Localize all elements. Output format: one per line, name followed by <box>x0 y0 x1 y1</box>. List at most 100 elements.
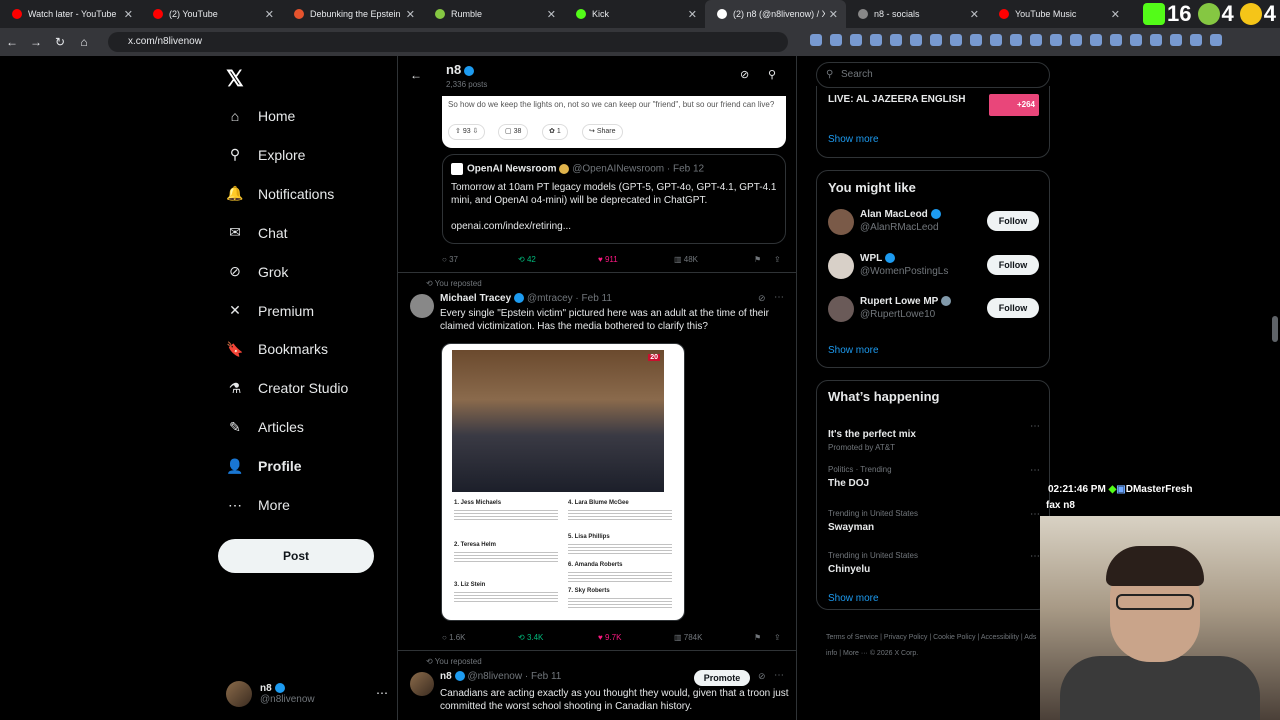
sidebar-item-premium[interactable]: ✕ Premium <box>226 296 406 326</box>
browser-tab[interactable]: YouTube Music ✕ <box>987 0 1128 28</box>
vote-pill[interactable]: ⇧ 93 ⇩ <box>448 124 486 140</box>
close-icon[interactable]: ✕ <box>829 8 838 21</box>
repost-button[interactable]: ⟲ 42 <box>518 255 536 264</box>
views-button[interactable]: ▥ 784K <box>674 633 702 642</box>
extension-icon[interactable] <box>910 34 922 46</box>
extension-icon[interactable] <box>850 34 862 46</box>
views-button[interactable]: ▥ 48K <box>674 255 698 264</box>
sidebar-item-more[interactable]: ⋯ More <box>226 490 406 520</box>
account-switcher[interactable]: n8 @n8livenow ⋯ <box>226 676 396 712</box>
suggested-account[interactable]: Rupert Lowe MP @RupertLowe10 Follow <box>828 294 1040 326</box>
more-icon[interactable]: ⋯ <box>774 292 784 303</box>
reload-icon[interactable]: ↻ <box>48 35 72 49</box>
more-icon[interactable]: ⋯ <box>1030 509 1040 520</box>
post-button[interactable]: Post <box>218 539 374 573</box>
more-icon[interactable]: ⋯ <box>376 686 388 700</box>
extension-icon[interactable] <box>990 34 1002 46</box>
extension-icon[interactable] <box>1210 34 1222 46</box>
sidebar-item-grok[interactable]: ⊘ Grok <box>226 257 406 287</box>
more-icon[interactable]: ⋯ <box>774 670 784 681</box>
scrollbar[interactable] <box>1272 60 1278 720</box>
trend-item[interactable]: Politics · Trending The DOJ ⋯ <box>828 465 1040 489</box>
grok-icon[interactable]: ⊘ <box>740 68 749 81</box>
bookmark-icon[interactable]: ⚑ <box>754 633 761 642</box>
follow-button[interactable]: Follow <box>987 211 1039 231</box>
url-field[interactable]: x.com/n8livenow <box>108 32 788 52</box>
live-label[interactable]: LIVE: AL JAZEERA ENGLISH <box>828 94 965 105</box>
browser-tab[interactable]: n8 - socials ✕ <box>846 0 987 28</box>
close-icon[interactable]: ✕ <box>970 8 979 21</box>
like-button[interactable]: ♥ 9.7K <box>598 633 621 642</box>
trend-item[interactable]: It's the perfect mix Promoted by AT&T ⋯ <box>828 421 1040 452</box>
embedded-card[interactable]: So how do we keep the lights on, not so … <box>442 96 786 148</box>
scrollbar-thumb[interactable] <box>1272 316 1278 342</box>
more-icon[interactable]: ⋯ <box>1030 421 1040 432</box>
share-icon[interactable]: ⇪ <box>774 633 781 642</box>
close-icon[interactable]: ✕ <box>547 8 556 21</box>
close-icon[interactable]: ✕ <box>265 8 274 21</box>
react-pill[interactable]: ✿ 1 <box>542 124 568 140</box>
home-browser-icon[interactable]: ⌂ <box>72 35 96 49</box>
suggested-account[interactable]: WPL @WomenPostingLs Follow <box>828 251 1040 283</box>
post-image[interactable]: 20 1. Jess Michaels 2. Teresa Helm 3. Li… <box>441 343 685 621</box>
close-icon[interactable]: ✕ <box>1111 8 1120 21</box>
grok-icon[interactable]: ⊘ <box>758 293 766 304</box>
like-button[interactable]: ♥ 911 <box>598 255 618 264</box>
extension-icon[interactable] <box>1030 34 1042 46</box>
share-icon[interactable]: ⇪ <box>774 255 781 264</box>
trend-item[interactable]: Trending in United States Swayman ⋯ <box>828 509 1040 533</box>
extension-icon[interactable] <box>970 34 982 46</box>
browser-tab[interactable]: (2) n8 (@n8livenow) / X ✕ <box>705 0 846 28</box>
show-more-link[interactable]: Show more <box>828 345 879 356</box>
extension-icon[interactable] <box>1070 34 1082 46</box>
follow-button[interactable]: Follow <box>987 298 1039 318</box>
comment-pill[interactable]: ▢ 38 <box>498 124 529 140</box>
extension-icon[interactable] <box>1170 34 1182 46</box>
avatar[interactable] <box>828 209 854 235</box>
extension-icon[interactable] <box>1130 34 1142 46</box>
grok-icon[interactable]: ⊘ <box>758 671 766 682</box>
promote-button[interactable]: Promote <box>694 670 750 686</box>
browser-tab[interactable]: Rumble ✕ <box>423 0 564 28</box>
extension-icon[interactable] <box>930 34 942 46</box>
sidebar-item-profile[interactable]: 👤 Profile <box>226 451 406 481</box>
sidebar-item-creator-studio[interactable]: ⚗ Creator Studio <box>226 373 406 403</box>
sidebar-item-chat[interactable]: ✉ Chat <box>226 218 406 248</box>
sidebar-item-bookmarks[interactable]: 🔖 Bookmarks <box>226 334 406 364</box>
close-icon[interactable]: ✕ <box>406 8 415 21</box>
follow-button[interactable]: Follow <box>987 254 1039 275</box>
extension-icon[interactable] <box>1110 34 1122 46</box>
x-logo-icon[interactable]: 𝕏 <box>226 66 244 92</box>
sidebar-item-articles[interactable]: ✎ Articles <box>226 412 406 442</box>
show-more-link[interactable]: Show more <box>828 134 879 145</box>
extension-icon[interactable] <box>950 34 962 46</box>
extension-icon[interactable] <box>870 34 882 46</box>
quote-link[interactable]: openai.com/index/retiring... <box>451 221 571 232</box>
extension-icon[interactable] <box>890 34 902 46</box>
browser-tab[interactable]: Kick ✕ <box>564 0 705 28</box>
sidebar-item-explore[interactable]: ⚲ Explore <box>226 140 406 170</box>
browser-tab[interactable]: Debunking the Epstein My ✕ <box>282 0 423 28</box>
close-icon[interactable]: ✕ <box>124 8 133 21</box>
avatar[interactable] <box>828 296 854 322</box>
trend-item[interactable]: Trending in United States Chinyelu ⋯ <box>828 551 1040 575</box>
extension-icon[interactable] <box>1190 34 1202 46</box>
extension-icon[interactable] <box>1050 34 1062 46</box>
reply-button[interactable]: ○ 37 <box>442 255 458 264</box>
share-pill[interactable]: ↪ Share <box>582 124 623 140</box>
back-icon[interactable]: ← <box>0 35 24 49</box>
avatar[interactable] <box>410 672 434 696</box>
search-icon[interactable]: ⚲ <box>768 68 776 81</box>
bookmark-icon[interactable]: ⚑ <box>754 255 761 264</box>
back-arrow-icon[interactable]: ← <box>410 68 422 82</box>
footer-links[interactable]: Terms of Service | Privacy Policy | Cook… <box>826 630 1046 662</box>
extension-icon[interactable] <box>810 34 822 46</box>
search-input[interactable]: ⚲ Search <box>816 62 1050 88</box>
more-icon[interactable]: ⋯ <box>1030 551 1040 562</box>
reply-button[interactable]: ○ 1.6K <box>442 633 466 642</box>
sidebar-item-notifications[interactable]: 🔔 Notifications <box>226 179 406 209</box>
repost-button[interactable]: ⟲ 3.4K <box>518 633 543 642</box>
forward-icon[interactable]: → <box>24 35 48 49</box>
sidebar-item-home[interactable]: ⌂ Home <box>226 101 406 131</box>
show-more-link[interactable]: Show more <box>828 593 879 604</box>
